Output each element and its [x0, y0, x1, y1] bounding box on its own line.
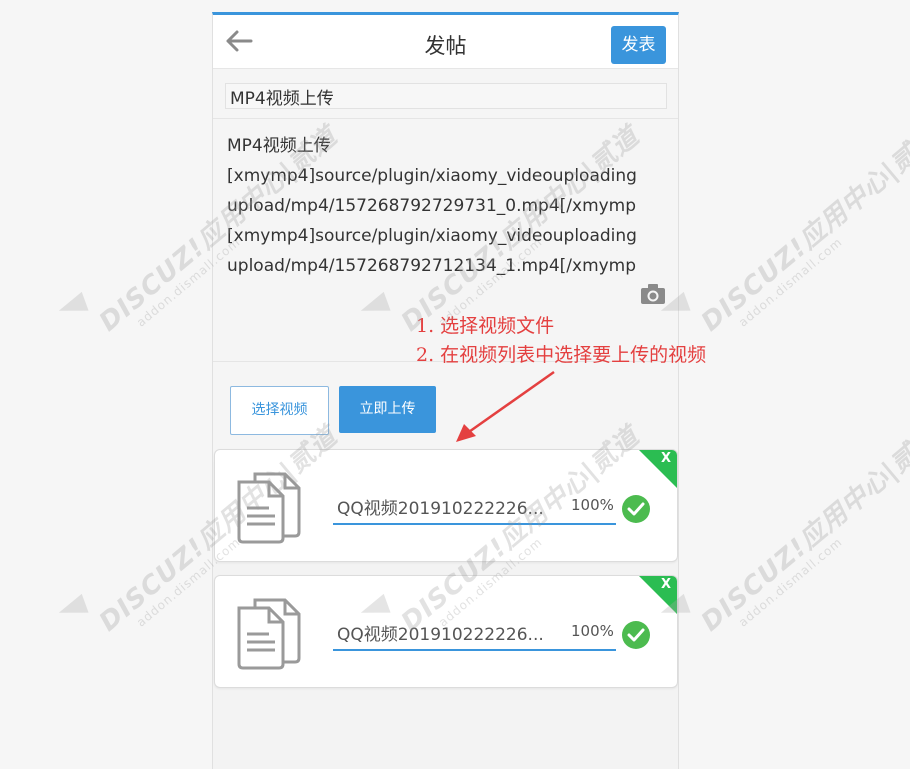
file-name: QQ视频201910222226... [337, 499, 544, 519]
content-line: [xmymp4]source/plugin/xiaomy_videoupload… [227, 226, 637, 246]
close-icon[interactable]: X [661, 451, 671, 466]
progress-bar [333, 523, 616, 525]
publish-button[interactable]: 发表 [611, 26, 666, 64]
content-clip: [xmymp4]source/plugin/xiaomy_videoupload… [227, 161, 678, 301]
content-line: [xmymp4]source/plugin/xiaomy_videoupload… [227, 166, 637, 186]
close-icon[interactable]: X [661, 577, 671, 592]
file-percent: 100% [571, 496, 614, 514]
post-form: MP4视频上传 [xmymp4]source/plugin/xiaomy_vid… [213, 69, 678, 462]
document-icon [233, 596, 307, 670]
watermark-arrow [55, 291, 89, 321]
upload-button-row: 选择视频 立即上传 [213, 362, 678, 462]
progress-fill [333, 523, 616, 525]
content-line: upload/mp4/157268792729731_0.mp4[/xmymp [227, 196, 637, 216]
content-line: upload/mp4/157268792712134_1.mp4[/xmymp [227, 256, 637, 276]
watermark-arrow [55, 593, 89, 623]
file-percent: 100% [571, 622, 614, 640]
title-input[interactable] [225, 83, 667, 109]
select-video-button[interactable]: 选择视频 [230, 386, 329, 435]
file-name: QQ视频201910222226... [337, 625, 544, 645]
page-title: 发帖 [424, 34, 467, 58]
check-icon [621, 494, 651, 524]
instruction-step-2: 2. 在视频列表中选择要上传的视频 [416, 344, 707, 366]
title-row [213, 69, 678, 119]
document-icon [233, 470, 307, 544]
upload-now-button[interactable]: 立即上传 [339, 386, 436, 433]
progress-bar [333, 649, 616, 651]
file-card: QQ视频201910222226... 100% X [214, 449, 678, 562]
content-line: MP4视频上传 [227, 136, 331, 156]
check-icon [621, 620, 651, 650]
watermark: DISCUZ!应用中心|贰道 addon.dismall.com [695, 121, 910, 338]
header-bar: 发帖 发表 [213, 15, 678, 69]
mobile-screen: 发帖 发表 MP4视频上传 [xmymp4]source/plugin/xiao… [212, 12, 679, 769]
remove-file-button[interactable] [639, 450, 677, 488]
progress-fill [333, 649, 616, 651]
annotation-arrow-icon [456, 370, 555, 442]
watermark: DISCUZ!应用中心|贰道 addon.dismall.com [695, 421, 910, 638]
file-card: QQ视频201910222226... 100% X [214, 575, 678, 688]
instruction-annotation: 1. 选择视频文件 2. 在视频列表中选择要上传的视频 [416, 312, 706, 370]
